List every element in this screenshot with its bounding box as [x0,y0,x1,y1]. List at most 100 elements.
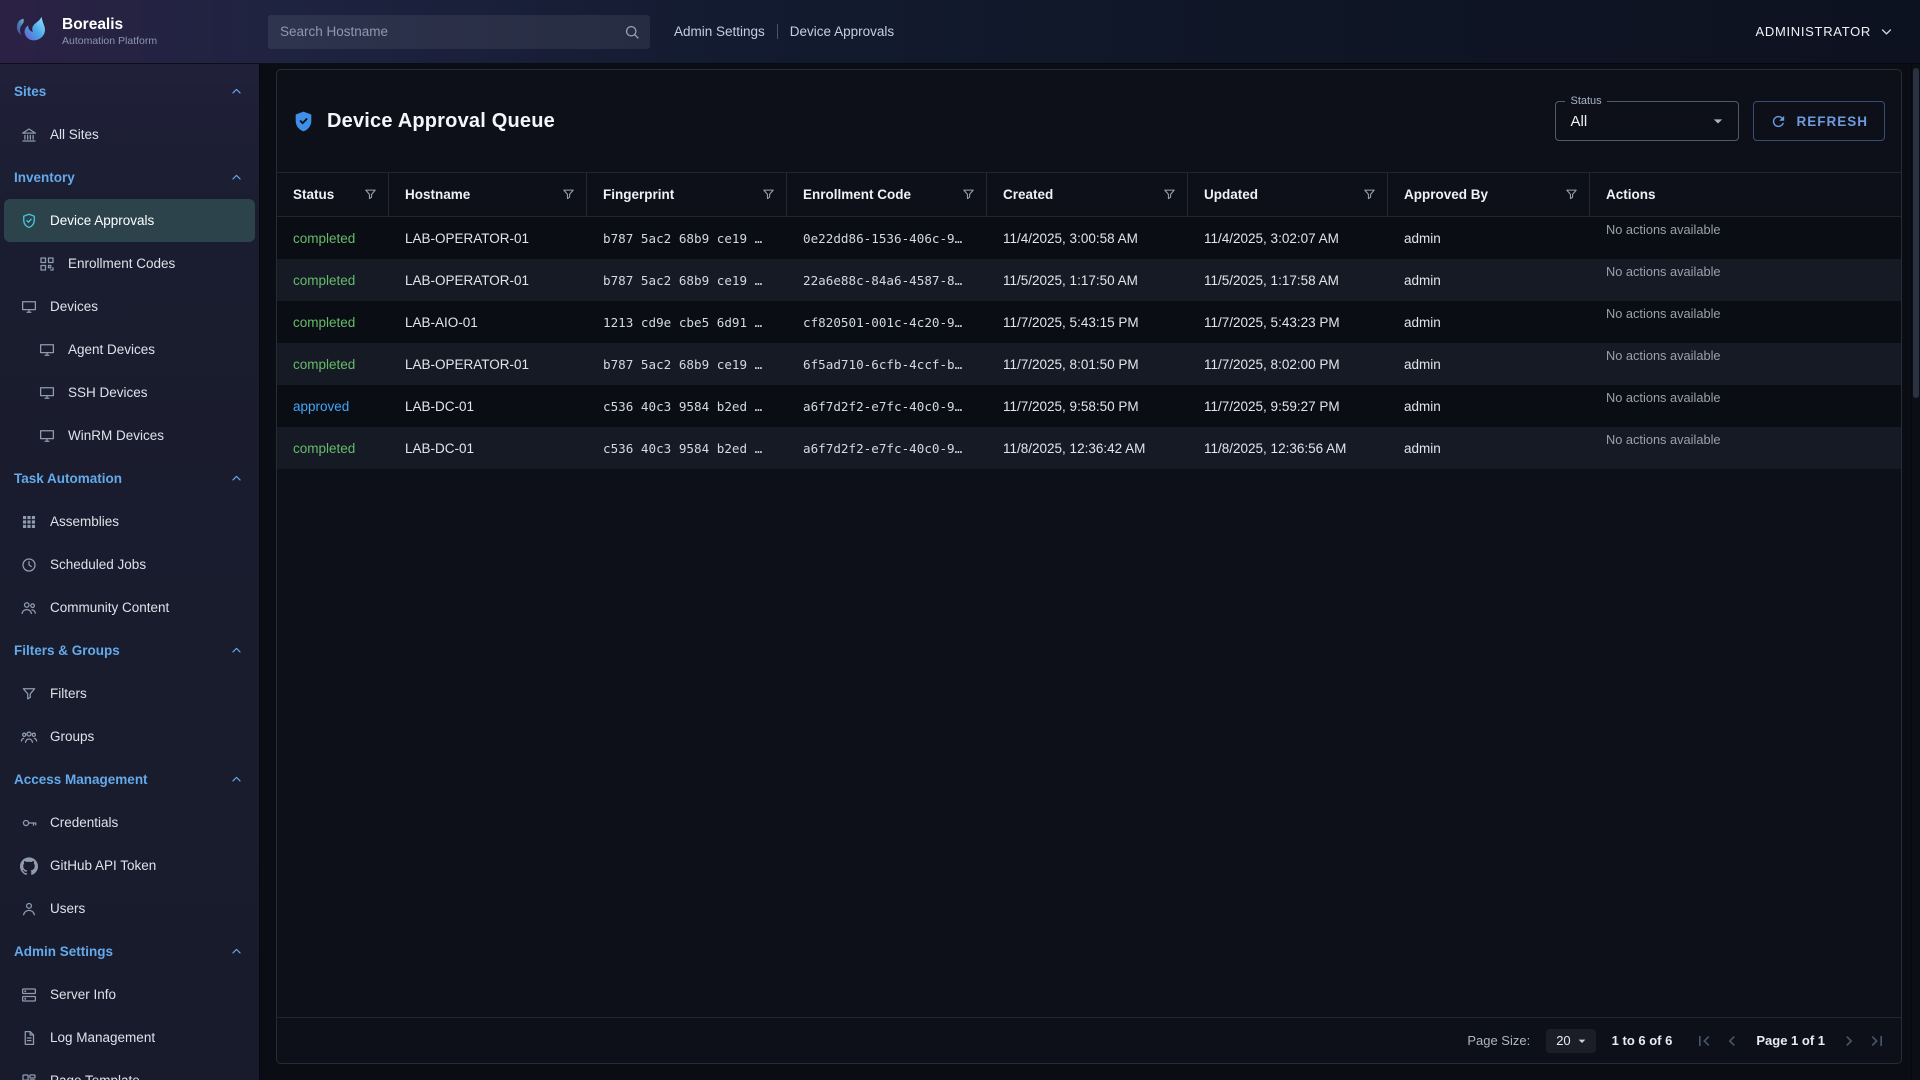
page-scrollbar[interactable] [1911,64,1920,1080]
sidebar-item-all-sites[interactable]: All Sites [4,113,255,156]
community-icon [20,599,38,617]
pager: Page 1 of 1 [1694,1031,1887,1051]
sidebar-item-filters[interactable]: Filters [4,672,255,715]
column-header-approved-by[interactable]: Approved By [1388,173,1590,216]
sidebar-section-label: Filters & Groups [14,643,120,658]
sidebar-item-devices[interactable]: Devices [4,285,255,328]
sidebar-section-filters-groups[interactable]: Filters & Groups [0,629,259,672]
filter-icon[interactable] [1564,187,1579,202]
sidebar-item-label: Assemblies [50,514,119,529]
sidebar-item-community-content[interactable]: Community Content [4,586,255,629]
sidebar-item-scheduled-jobs[interactable]: Scheduled Jobs [4,543,255,586]
monitor-icon [38,341,56,359]
actions-cell: No actions available [1590,427,1901,469]
sidebar-section-inventory[interactable]: Inventory [0,156,259,199]
table-row[interactable]: completedLAB-OPERATOR-01b787 5ac2 68b9 c… [277,343,1901,385]
filter-icon[interactable] [1162,187,1177,202]
sidebar-section-sites[interactable]: Sites [0,70,259,113]
search-icon [623,23,641,41]
column-header-status[interactable]: Status [277,173,389,216]
shield-icon [291,109,316,134]
sidebar-item-enrollment-codes[interactable]: Enrollment Codes [4,242,255,285]
sidebar-item-label: Community Content [50,600,169,615]
hostname-cell: LAB-DC-01 [389,427,587,469]
sidebar-item-github-api-token[interactable]: GitHub API Token [4,844,255,887]
sidebar-item-credentials[interactable]: Credentials [4,801,255,844]
breadcrumb-item-device-approvals[interactable]: Device Approvals [790,24,894,39]
sidebar-section-access-management[interactable]: Access Management [0,758,259,801]
fingerprint-cell: b787 5ac2 68b9 ce19 … [587,259,787,301]
column-header-enrollment-code[interactable]: Enrollment Code [787,173,987,216]
fingerprint-cell: c536 40c3 9584 b2ed … [587,385,787,427]
sidebar-item-server-info[interactable]: Server Info [4,973,255,1016]
monitor-icon [38,427,56,445]
sidebar-item-label: All Sites [50,127,99,142]
sidebar-section-admin-settings[interactable]: Admin Settings [0,930,259,973]
filter-icon[interactable] [1362,187,1377,202]
updated-cell: 11/7/2025, 5:43:23 PM [1188,301,1388,343]
actions-cell: No actions available [1590,259,1901,301]
sidebar-section-label: Admin Settings [14,944,113,959]
sidebar-section-task-automation[interactable]: Task Automation [0,457,259,500]
filter-icon[interactable] [363,187,378,202]
sidebar-item-label: Page Template [50,1073,140,1080]
prev-page-button[interactable] [1722,1031,1742,1051]
filter-icon[interactable] [961,187,976,202]
actions-cell: No actions available [1590,385,1901,427]
user-menu[interactable]: ADMINISTRATOR [1755,22,1920,41]
table-row[interactable]: completedLAB-AIO-011213 cd9e cbe5 6d91 …… [277,301,1901,343]
hostname-cell: LAB-OPERATOR-01 [389,343,587,385]
fingerprint-cell: b787 5ac2 68b9 ce19 … [587,343,787,385]
sidebar-item-log-management[interactable]: Log Management [4,1016,255,1059]
breadcrumb-item-admin-settings[interactable]: Admin Settings [674,24,765,39]
devices-icon [20,298,38,316]
scrollbar-thumb[interactable] [1913,68,1919,398]
status-filter-label: Status [1565,95,1606,107]
table-row[interactable]: approvedLAB-DC-01c536 40c3 9584 b2ed …a6… [277,385,1901,427]
status-filter-select[interactable]: Status All [1555,101,1739,141]
sidebar-item-label: Enrollment Codes [68,256,175,271]
next-page-button[interactable] [1839,1031,1859,1051]
sidebar-section-label: Access Management [14,772,148,787]
sidebar-item-assemblies[interactable]: Assemblies [4,500,255,543]
sidebar-item-label: Server Info [50,987,116,1002]
table-body: completedLAB-OPERATOR-01b787 5ac2 68b9 c… [277,217,1901,469]
last-page-button[interactable] [1867,1031,1887,1051]
updated-cell: 11/7/2025, 8:02:00 PM [1188,343,1388,385]
column-header-created[interactable]: Created [987,173,1188,216]
table-row[interactable]: completedLAB-OPERATOR-01b787 5ac2 68b9 c… [277,259,1901,301]
first-page-button[interactable] [1694,1031,1714,1051]
sidebar-item-label: Filters [50,686,87,701]
enrollment-code-cell: 0e22dd86-1536-406c-9… [787,217,987,259]
sidebar-item-users[interactable]: Users [4,887,255,930]
enrollment-code-cell: cf820501-001c-4c20-9… [787,301,987,343]
fingerprint-cell: c536 40c3 9584 b2ed … [587,427,787,469]
groups-icon [20,728,38,746]
refresh-button[interactable]: REFRESH [1753,101,1885,141]
sidebar-item-label: SSH Devices [68,385,148,400]
filter-icon[interactable] [761,187,776,202]
table-row[interactable]: completedLAB-DC-01c536 40c3 9584 b2ed …a… [277,427,1901,469]
sidebar-item-groups[interactable]: Groups [4,715,255,758]
grid-icon [20,513,38,531]
column-header-hostname[interactable]: Hostname [389,173,587,216]
sidebar-item-page-template[interactable]: Page Template [4,1059,255,1080]
column-header-updated[interactable]: Updated [1188,173,1388,216]
sidebar-item-device-approvals[interactable]: Device Approvals [4,199,255,242]
sidebar-item-ssh-devices[interactable]: SSH Devices [4,371,255,414]
filter-icon[interactable] [561,187,576,202]
sidebar-item-label: Devices [50,299,98,314]
status-filter-value: All [1570,113,1708,130]
table-row[interactable]: completedLAB-OPERATOR-01b787 5ac2 68b9 c… [277,217,1901,259]
sidebar-item-winrm-devices[interactable]: WinRM Devices [4,414,255,457]
created-cell: 11/4/2025, 3:00:58 AM [987,217,1188,259]
status-cell: completed [277,217,389,259]
fingerprint-cell: b787 5ac2 68b9 ce19 … [587,217,787,259]
column-header-actions[interactable]: Actions [1590,173,1901,216]
page-size-select[interactable]: 20 [1546,1029,1595,1053]
table-footer: Page Size: 20 1 to 6 of 6 Page 1 of 1 [277,1017,1901,1063]
sidebar-item-agent-devices[interactable]: Agent Devices [4,328,255,371]
search-input[interactable] [268,15,650,49]
created-cell: 11/7/2025, 5:43:15 PM [987,301,1188,343]
column-header-fingerprint[interactable]: Fingerprint [587,173,787,216]
